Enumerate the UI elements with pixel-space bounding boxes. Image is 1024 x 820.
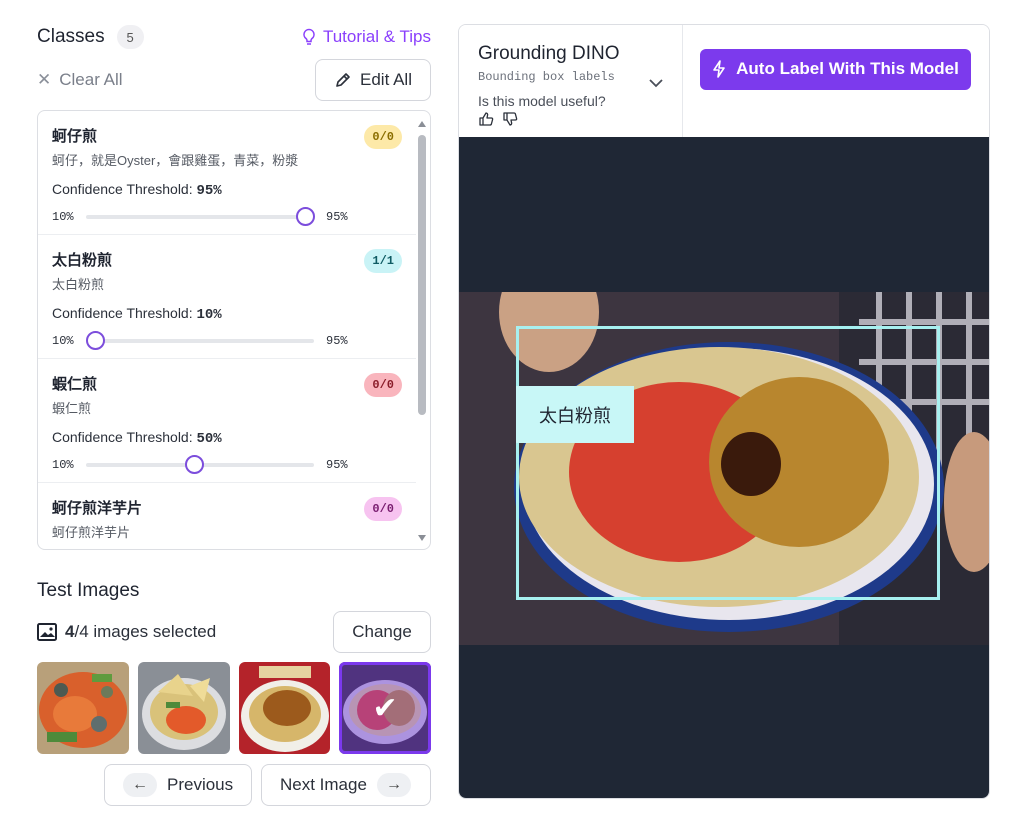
class-description: 蚵仔，就是Oyster，會跟雞蛋，青菜，粉漿 — [52, 153, 299, 168]
class-item[interactable]: 蚵仔煎 蚵仔，就是Oyster，會跟雞蛋，青菜，粉漿 0/0 Confidenc… — [38, 111, 416, 235]
next-image-label: Next Image — [280, 775, 367, 794]
clear-all-label: Clear All — [59, 70, 123, 89]
slider-track[interactable] — [86, 207, 315, 226]
edit-all-label: Edit All — [360, 70, 412, 89]
confidence-label: Confidence Threshold: — [52, 429, 193, 445]
model-selector[interactable]: Grounding DINO Bounding box labels Is th… — [459, 25, 683, 137]
class-count-badge: 0/0 — [364, 497, 402, 521]
class-count-badge: 1/1 — [364, 249, 402, 273]
confidence-slider[interactable]: 10% 95% — [52, 455, 402, 475]
test-images-title: Test Images — [37, 580, 140, 601]
auto-label-area: Auto Label With This Model — [683, 25, 989, 137]
class-description: 蝦仁煎 — [52, 401, 92, 416]
bounding-box-label: 太白粉煎 — [516, 386, 634, 443]
tutorial-label: Tutorial & Tips — [322, 27, 431, 46]
class-description: 太白粉煎 — [52, 277, 105, 292]
confidence-slider[interactable]: 10% 95% — [52, 207, 402, 227]
class-count-badge: 0/0 — [364, 125, 402, 149]
classes-header: Classes 5 Tutorial & Tips — [37, 20, 431, 54]
confidence-value: 50% — [196, 431, 222, 447]
test-image-thumbnail-selected[interactable]: ✔ — [339, 662, 431, 754]
slider-max: 95% — [326, 458, 348, 472]
classes-count-badge: 5 — [116, 25, 144, 49]
feedback-buttons — [478, 111, 682, 127]
lightbulb-icon — [303, 28, 315, 45]
close-icon: ✕ — [37, 70, 52, 89]
preview-image: 太白粉煎 — [459, 292, 989, 645]
thumbs-down-icon[interactable] — [502, 111, 518, 127]
class-name: 蚵仔煎洋芋片 — [52, 500, 143, 517]
pencil-icon — [336, 73, 350, 87]
model-feedback-question: Is this model useful? — [478, 93, 606, 109]
test-image-thumbnail[interactable] — [238, 662, 331, 754]
slider-min: 10% — [52, 458, 74, 472]
slider-track[interactable] — [86, 455, 314, 474]
checkmark-icon: ✔ — [339, 662, 431, 754]
thumbs-up-icon[interactable] — [478, 111, 494, 127]
slider-thumb[interactable] — [296, 207, 315, 226]
class-list-scrollbar[interactable] — [416, 115, 428, 545]
auto-label-text: Auto Label With This Model — [736, 59, 959, 78]
selected-total: /4 images selected — [74, 622, 217, 641]
bounding-box[interactable] — [516, 326, 940, 600]
model-header: Grounding DINO Bounding box labels Is th… — [459, 25, 989, 137]
slider-max: 95% — [326, 334, 348, 348]
lightning-icon — [713, 60, 725, 78]
model-preview-panel: Grounding DINO Bounding box labels Is th… — [458, 24, 990, 799]
confidence-label: Confidence Threshold: — [52, 181, 193, 197]
image-canvas[interactable]: 太白粉煎 — [459, 137, 989, 798]
clear-all-button[interactable]: ✕ Clear All — [37, 70, 123, 90]
auto-label-button[interactable]: Auto Label With This Model — [700, 48, 971, 90]
class-count-badge: 0/0 — [364, 373, 402, 397]
confidence-threshold: Confidence Threshold: 10% — [52, 305, 402, 323]
slider-thumb[interactable] — [185, 455, 204, 474]
food-image — [238, 662, 331, 754]
confidence-threshold: Confidence Threshold: 95% — [52, 181, 402, 199]
class-name: 太白粉煎 — [52, 252, 113, 269]
scroll-down-icon[interactable] — [418, 535, 426, 541]
next-image-button[interactable]: Next Image → — [261, 764, 431, 806]
change-button[interactable]: Change — [333, 611, 431, 653]
tutorial-link[interactable]: Tutorial & Tips — [301, 27, 431, 47]
class-name: 蝦仁煎 — [52, 376, 98, 393]
confidence-value: 95% — [196, 183, 222, 199]
arrow-right-icon: → — [376, 773, 411, 797]
test-image-thumbnails: ✔ — [37, 662, 431, 754]
slider-max: 95% — [326, 210, 348, 224]
class-name: 蚵仔煎 — [52, 128, 98, 145]
images-selected-row: 4/4 images selected Change — [37, 610, 431, 654]
class-list[interactable]: 蚵仔煎 蚵仔，就是Oyster，會跟雞蛋，青菜，粉漿 0/0 Confidenc… — [37, 110, 431, 550]
image-navigation: ← Previous Next Image → — [37, 764, 431, 806]
class-actions: ✕ Clear All Edit All — [37, 58, 431, 102]
slider-min: 10% — [52, 334, 74, 348]
classes-title: Classes — [37, 26, 105, 47]
previous-button[interactable]: ← Previous — [104, 764, 252, 806]
left-panel: Classes 5 Tutorial & Tips ✕ Clear All Ed… — [37, 20, 431, 806]
food-image — [37, 662, 129, 754]
class-description: 蚵仔煎洋芋片 — [52, 525, 131, 540]
confidence-slider[interactable]: 10% 95% — [52, 331, 402, 351]
test-image-thumbnail[interactable] — [37, 662, 129, 754]
confidence-threshold: Confidence Threshold: 50% — [52, 429, 402, 447]
images-selected-text: 4/4 images selected — [65, 622, 216, 642]
slider-min: 10% — [52, 210, 74, 224]
scroll-up-icon[interactable] — [418, 121, 426, 127]
test-image-thumbnail[interactable] — [137, 662, 230, 754]
previous-label: Previous — [167, 775, 234, 794]
slider-track[interactable] — [86, 331, 314, 350]
class-item[interactable]: 太白粉煎 太白粉煎 1/1 Confidence Threshold: 10% … — [38, 235, 416, 359]
confidence-label: Confidence Threshold: — [52, 305, 193, 321]
model-name: Grounding DINO — [478, 43, 620, 64]
scrollbar-thumb[interactable] — [418, 135, 426, 415]
slider-thumb[interactable] — [86, 331, 105, 350]
arrow-left-icon: ← — [123, 773, 157, 797]
class-item[interactable]: 蝦仁煎 蝦仁煎 0/0 Confidence Threshold: 50% 10… — [38, 359, 416, 483]
class-item[interactable]: 蚵仔煎洋芋片 蚵仔煎洋芋片 0/0 — [38, 483, 416, 549]
image-icon — [37, 623, 57, 641]
chevron-down-icon[interactable] — [648, 75, 664, 91]
edit-all-button[interactable]: Edit All — [315, 59, 431, 101]
confidence-value: 10% — [196, 307, 222, 323]
food-image — [137, 662, 230, 754]
